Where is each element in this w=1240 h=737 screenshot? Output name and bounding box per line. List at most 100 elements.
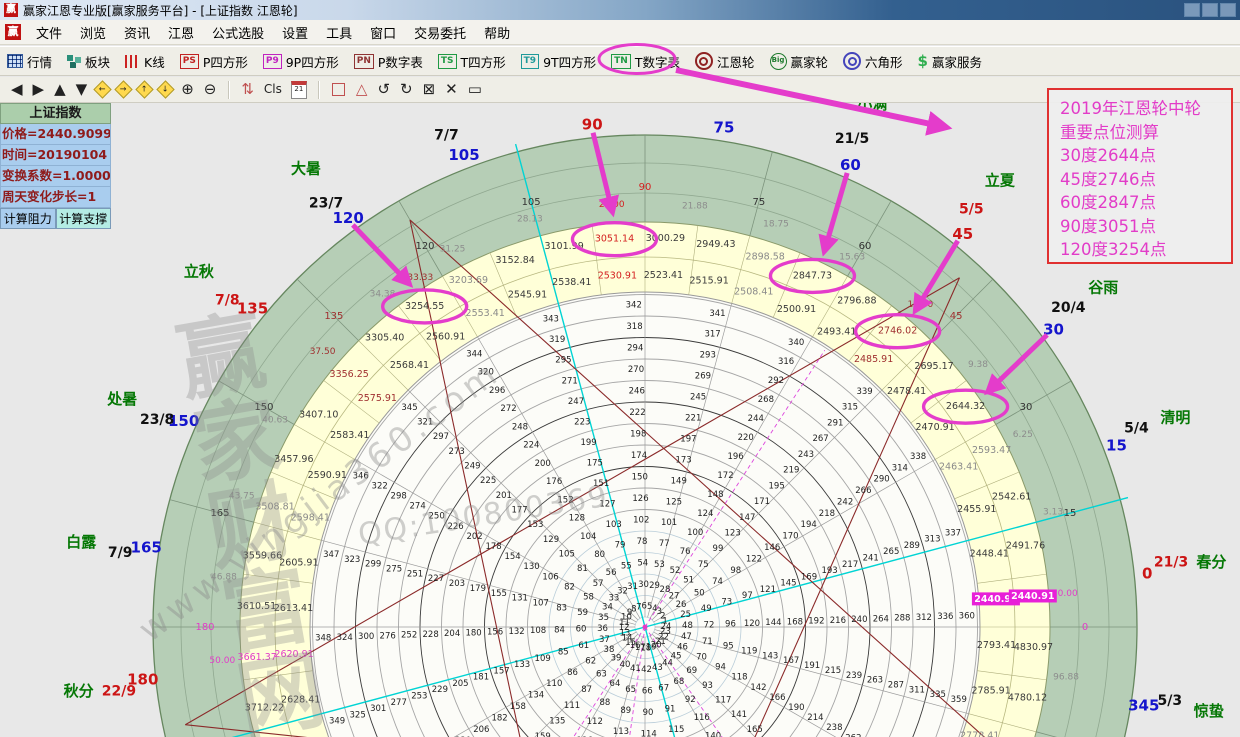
window-buttons[interactable] bbox=[1182, 3, 1236, 17]
menu-item-5[interactable]: 设置 bbox=[273, 23, 317, 42]
menu-item-8[interactable]: 交易委托 bbox=[405, 23, 475, 42]
svg-text:165: 165 bbox=[747, 725, 763, 735]
svg-text:340: 340 bbox=[788, 338, 804, 348]
nav-right-icon[interactable]: ▶ bbox=[33, 82, 45, 97]
toolbar-item-9P四方形[interactable]: P99P四方形 bbox=[263, 52, 339, 71]
toolbar-item-六角形[interactable]: 六角形 bbox=[843, 52, 903, 71]
svg-text:277: 277 bbox=[391, 698, 407, 708]
shrink-icon[interactable]: ✕ bbox=[445, 82, 458, 97]
pan-down-icon[interactable]: ↓ bbox=[156, 80, 174, 98]
svg-text:229: 229 bbox=[432, 685, 448, 695]
svg-text:50: 50 bbox=[694, 589, 705, 599]
updown-icon[interactable]: ⇅ bbox=[241, 82, 254, 97]
svg-text:336: 336 bbox=[937, 612, 953, 622]
toolbar-item-K线[interactable]: K线 bbox=[125, 52, 165, 71]
svg-text:95: 95 bbox=[723, 642, 734, 652]
svg-text:360: 360 bbox=[959, 611, 975, 621]
cls-button[interactable]: Cls bbox=[264, 82, 282, 97]
menu-item-0[interactable]: 文件 bbox=[27, 23, 71, 42]
toolbar-item-赢家服务[interactable]: $赢家服务 bbox=[918, 52, 982, 71]
nav-up-icon[interactable]: ▲ bbox=[54, 82, 66, 97]
toolbar-item-P数字表[interactable]: PNP数字表 bbox=[354, 52, 423, 71]
svg-text:104: 104 bbox=[580, 532, 596, 542]
rotate-cw-icon[interactable]: ↻ bbox=[400, 82, 413, 97]
toolbar-item-9T四方形[interactable]: T99T四方形 bbox=[521, 52, 597, 71]
toolbar-item-赢家轮[interactable]: Big赢家轮 bbox=[770, 52, 829, 71]
svg-text:4830.97: 4830.97 bbox=[1014, 642, 1053, 653]
svg-text:240: 240 bbox=[851, 615, 867, 625]
nav-down-icon[interactable]: ▼ bbox=[76, 82, 88, 97]
svg-text:5/5: 5/5 bbox=[959, 201, 984, 217]
menu-item-3[interactable]: 江恩 bbox=[159, 23, 203, 42]
app-window: { "window": { "title": "赢家江恩专业版[赢家服务平台] … bbox=[0, 0, 1240, 737]
ts-badge-icon: TS bbox=[438, 54, 457, 69]
svg-text:29: 29 bbox=[649, 581, 660, 591]
svg-text:132: 132 bbox=[508, 627, 524, 637]
menu-item-7[interactable]: 窗口 bbox=[361, 23, 405, 42]
svg-text:28.13: 28.13 bbox=[517, 214, 543, 224]
menu-item-1[interactable]: 浏览 bbox=[71, 23, 115, 42]
svg-text:59: 59 bbox=[577, 608, 588, 618]
rect-tool-icon[interactable] bbox=[332, 83, 345, 96]
toolbar-item-板块[interactable]: 板块 bbox=[67, 52, 110, 71]
nav-left-icon[interactable]: ◀ bbox=[11, 82, 23, 97]
pan-left-icon[interactable]: ← bbox=[93, 80, 111, 98]
toolbar-item-label: 赢家服务 bbox=[932, 52, 982, 71]
box-x-icon[interactable]: ⊠ bbox=[423, 82, 436, 97]
close-button[interactable] bbox=[1220, 3, 1236, 17]
menu-item-6[interactable]: 工具 bbox=[317, 23, 361, 42]
svg-text:112: 112 bbox=[587, 717, 603, 727]
svg-text:272: 272 bbox=[500, 404, 516, 414]
pan-up-icon[interactable]: ↑ bbox=[135, 80, 153, 98]
rotate-ccw-icon[interactable]: ↺ bbox=[377, 82, 390, 97]
svg-text:92: 92 bbox=[685, 695, 696, 705]
triangle-tool-icon[interactable]: △ bbox=[356, 82, 368, 97]
calc-support-button[interactable]: 计算支撑 bbox=[56, 208, 112, 229]
svg-text:立秋: 立秋 bbox=[184, 263, 215, 281]
svg-text:167: 167 bbox=[783, 656, 799, 666]
svg-text:105: 105 bbox=[448, 146, 479, 164]
svg-text:28: 28 bbox=[660, 585, 671, 595]
svg-text:2523.41: 2523.41 bbox=[644, 270, 683, 281]
toolbar-item-江恩轮[interactable]: 江恩轮 bbox=[695, 52, 755, 71]
svg-text:248: 248 bbox=[512, 422, 528, 432]
svg-text:98: 98 bbox=[730, 566, 741, 576]
pan-right-icon[interactable]: → bbox=[114, 80, 132, 98]
tn-badge-icon: TN bbox=[611, 54, 631, 69]
toolbar-item-P四方形[interactable]: PSP四方形 bbox=[180, 52, 248, 71]
svg-text:91: 91 bbox=[665, 704, 676, 714]
toolbar-item-T四方形[interactable]: TST四方形 bbox=[438, 52, 506, 71]
svg-text:3051.14: 3051.14 bbox=[595, 234, 634, 245]
svg-text:75: 75 bbox=[714, 119, 735, 137]
menu-item-4[interactable]: 公式选股 bbox=[203, 23, 273, 42]
svg-text:107: 107 bbox=[533, 598, 549, 608]
current-price-outer: 2440.91 bbox=[1011, 591, 1054, 602]
svg-text:2530.91: 2530.91 bbox=[598, 271, 637, 282]
zoom-out-icon[interactable]: ⊖ bbox=[204, 82, 217, 97]
svg-text:245: 245 bbox=[690, 393, 706, 403]
maximize-button[interactable] bbox=[1202, 3, 1218, 17]
minimize-button[interactable] bbox=[1184, 3, 1200, 17]
svg-text:25: 25 bbox=[680, 610, 691, 620]
svg-text:265: 265 bbox=[883, 547, 899, 557]
blocks-icon bbox=[67, 55, 81, 68]
calendar-icon[interactable]: 21 bbox=[291, 81, 307, 99]
calc-resistance-button[interactable]: 计算阻力 bbox=[0, 208, 56, 229]
svg-text:323: 323 bbox=[344, 555, 360, 565]
toolbar-item-T数字表[interactable]: TNT数字表 bbox=[611, 52, 680, 71]
svg-text:349: 349 bbox=[329, 717, 345, 727]
svg-text:156: 156 bbox=[487, 628, 503, 638]
svg-text:57: 57 bbox=[593, 579, 604, 589]
svg-text:26: 26 bbox=[676, 600, 687, 610]
menu-item-2[interactable]: 资讯 bbox=[115, 23, 159, 42]
note-line-5: 90度3051点 bbox=[1060, 215, 1231, 239]
menu-item-9[interactable]: 帮助 bbox=[475, 23, 519, 42]
toolbar-item-行情[interactable]: 行情 bbox=[7, 52, 52, 71]
svg-text:2508.41: 2508.41 bbox=[734, 287, 773, 298]
svg-text:249: 249 bbox=[464, 462, 480, 472]
svg-text:190: 190 bbox=[788, 703, 804, 713]
gann-wheel-icon bbox=[695, 52, 713, 70]
svg-text:299: 299 bbox=[365, 560, 381, 570]
screen-icon[interactable]: ▭ bbox=[468, 82, 482, 97]
zoom-in-icon[interactable]: ⊕ bbox=[181, 82, 194, 97]
